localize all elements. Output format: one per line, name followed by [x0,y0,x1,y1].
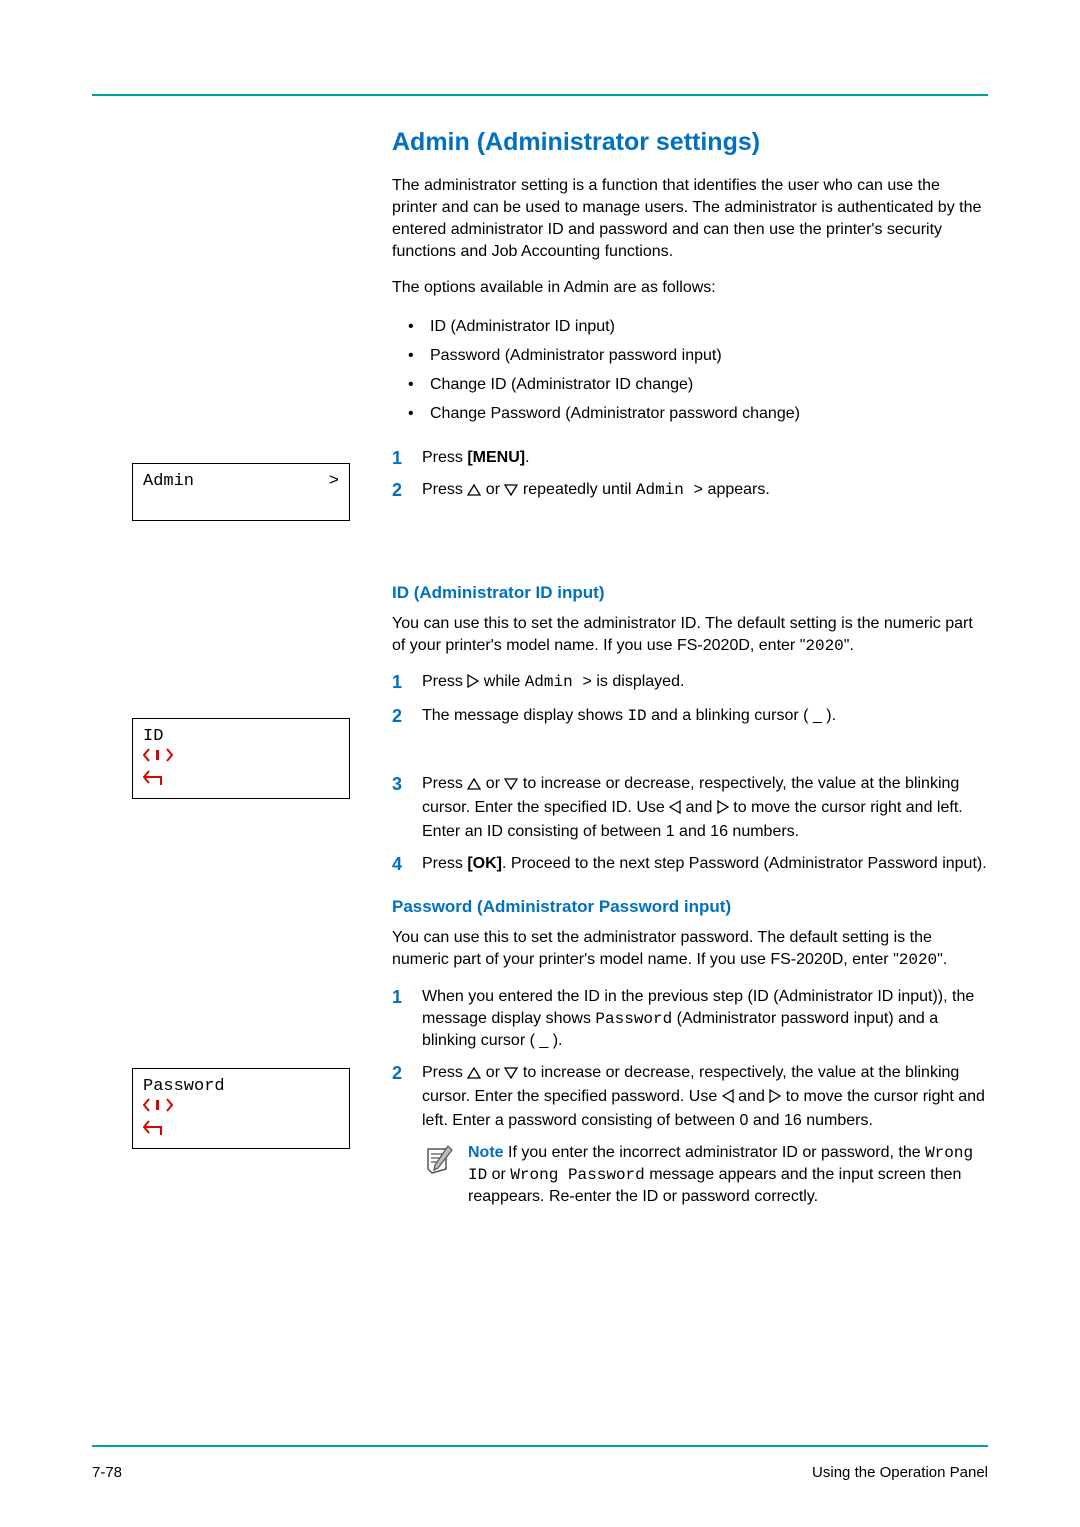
triangle-up-icon [467,481,481,503]
note-icon [422,1144,456,1183]
subsection-pw-title: Password (Administrator Password input) [392,897,988,917]
list-item: Change ID (Administrator ID change) [408,371,988,400]
admin-steps: Press [MENU]. Press or repeatedly until … [392,447,988,503]
step-item: The message display shows ID and a blink… [392,705,988,727]
lcd-id: ID [132,718,350,799]
lcd-icons [143,748,339,790]
triangle-right-icon [717,799,729,821]
step-item: Press or to increase or decrease, respec… [392,773,988,843]
triangle-down-icon [504,775,518,797]
triangle-down-icon [504,481,518,503]
step-text: appears. [703,481,770,498]
rule-bottom [92,1445,988,1447]
step-text-mono: Password [595,1010,672,1028]
page-number: 7-78 [92,1464,122,1481]
text: You can use this to set the administrato… [392,929,932,968]
text-mono: 2020 [899,951,937,969]
step-text-bold: [MENU] [467,449,525,466]
lcd-password: Password [132,1068,350,1149]
list-item: Change Password (Administrator password … [408,400,988,429]
options-list: ID (Administrator ID input) Password (Ad… [408,313,988,428]
text-mono: 2020 [805,637,843,655]
step-text: is displayed. [592,673,685,690]
left-right-arrows-icon [143,1098,173,1112]
text-mono: Wrong Password [510,1166,644,1184]
text: You can use this to set the administrato… [392,615,973,654]
text: If you enter the incorrect administrator… [504,1144,926,1161]
lcd-admin: Admin > [132,463,350,521]
step-item: When you entered the ID in the previous … [392,986,988,1052]
step-item: Press [MENU]. [392,447,988,469]
section-title: Admin (Administrator settings) [392,128,988,157]
step-text: Press [422,855,467,872]
step-text: . Proceed to the next step Password (Adm… [502,855,987,872]
chapter-title: Using the Operation Panel [812,1464,988,1481]
page-footer: 7-78 Using the Operation Panel [92,1464,988,1481]
step-text-bold: [OK] [467,855,502,872]
step-text: and [734,1088,770,1105]
triangle-down-icon [504,1064,518,1086]
left-right-arrows-icon [143,748,173,762]
step-text: Press [422,673,467,690]
step-text: or [481,1064,504,1081]
intro-paragraph-2: The options available in Admin are as fo… [392,277,988,299]
step-text-mono: Admin > [525,673,592,691]
lcd-text: Admin [143,472,194,491]
step-text: Press [422,449,467,466]
step-text: and a blinking cursor ( _ ). [647,707,836,724]
step-text: . [525,449,529,466]
step-text: or [481,775,504,792]
text: or [487,1166,510,1183]
note-block: Note If you enter the incorrect administ… [422,1142,988,1208]
step-text: Press [422,481,467,498]
note-text: Note If you enter the incorrect administ… [468,1142,988,1208]
step-item: Press while Admin > is displayed. [392,671,988,695]
text: ". [937,951,947,968]
step-text: repeatedly until [518,481,635,498]
step-text: while [479,673,524,690]
return-arrow-icon [143,769,169,790]
triangle-left-icon [669,799,681,821]
triangle-right-icon [467,673,479,695]
step-text: Press [422,1064,467,1081]
step-text: and [681,799,717,816]
id-intro: You can use this to set the administrato… [392,613,988,657]
id-steps: Press while Admin > is displayed. The me… [392,671,988,727]
list-item: Password (Administrator password input) [408,342,988,371]
step-text-mono: ID [627,707,646,725]
subsection-id-title: ID (Administrator ID input) [392,583,988,603]
step-text-mono: Admin > [636,481,703,499]
intro-paragraph-1: The administrator setting is a function … [392,175,988,263]
triangle-right-icon [769,1088,781,1110]
lcd-text: ID [143,727,163,746]
list-item: ID (Administrator ID input) [408,313,988,342]
pw-intro: You can use this to set the administrato… [392,927,988,971]
step-text: or [481,481,504,498]
step-text: Press [422,775,467,792]
return-arrow-icon [143,1119,169,1140]
id-steps-cont: Press or to increase or decrease, respec… [392,773,988,875]
note-label: Note [468,1144,504,1161]
step-item: Press or repeatedly until Admin > appear… [392,479,988,503]
lcd-icons [143,1098,339,1140]
triangle-up-icon [467,775,481,797]
triangle-up-icon [467,1064,481,1086]
pw-steps: When you entered the ID in the previous … [392,986,988,1132]
lcd-text: Password [143,1077,225,1096]
triangle-left-icon [722,1088,734,1110]
step-item: Press [OK]. Proceed to the next step Pas… [392,853,988,875]
text: ". [844,637,854,654]
step-item: Press or to increase or decrease, respec… [392,1062,988,1132]
page-content: Admin > ID Password Admin (Administrator… [92,88,988,1408]
lcd-gt: > [329,472,339,491]
step-text: The message display shows [422,707,627,724]
